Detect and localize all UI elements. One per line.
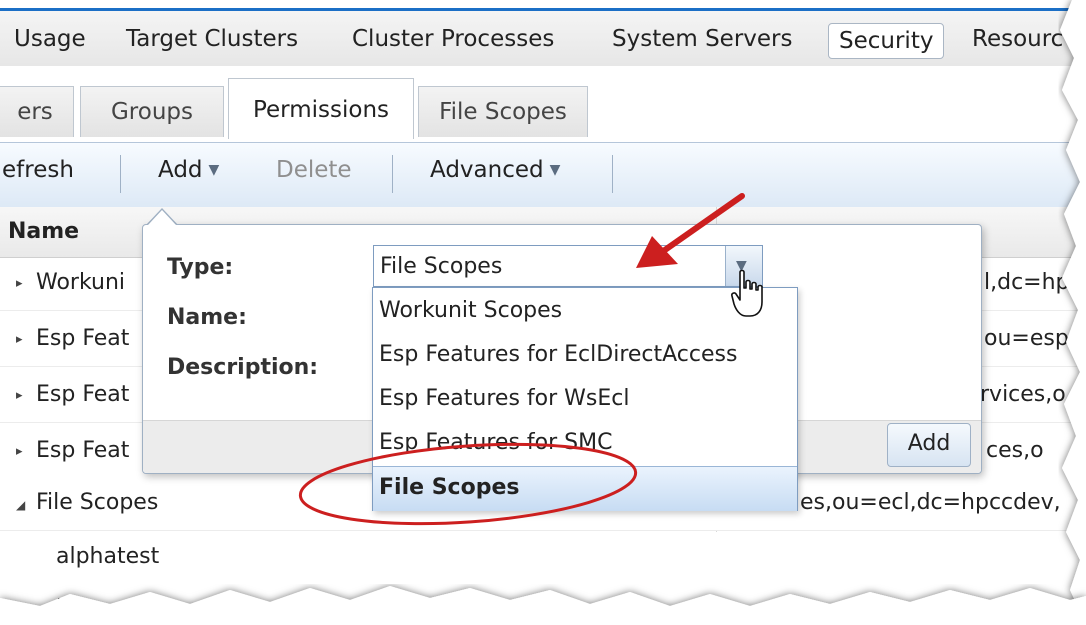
tab-system-servers[interactable]: System Servers	[612, 21, 793, 57]
add-button[interactable]: Add	[887, 423, 971, 467]
row-name: Esp Feat	[36, 326, 130, 351]
row-dn: l,dc=hp	[984, 270, 1070, 295]
option-esp-wsecl[interactable]: Esp Features for WsEcl	[373, 378, 797, 422]
tab-usage[interactable]: Usage	[14, 21, 86, 57]
advanced-menu-button[interactable]: Advanced ▼	[430, 157, 560, 183]
expand-arrow-icon[interactable]: ▸	[16, 276, 23, 291]
sub-tab-bar: ers Groups Permissions File Scopes	[0, 66, 1086, 142]
row-name: bi	[56, 596, 77, 621]
dropdown-toggle-button[interactable]: ▼	[725, 246, 762, 286]
tab-users[interactable]: ers	[0, 86, 74, 137]
toolbar-separator	[120, 155, 121, 193]
tab-resources[interactable]: Resourc	[972, 21, 1063, 57]
expand-arrow-icon[interactable]: ▸	[16, 388, 23, 403]
expand-arrow-icon[interactable]: ▸	[16, 444, 23, 459]
collapse-arrow-icon[interactable]: ◢	[16, 498, 25, 512]
tab-permissions[interactable]: Permissions	[228, 78, 414, 139]
advanced-menu-label: Advanced	[430, 157, 544, 183]
option-label: File Scopes	[379, 475, 520, 500]
row-dn: ou=esp	[984, 326, 1069, 351]
chevron-down-icon: ▼	[208, 162, 220, 178]
option-label: Esp Features for SMC	[379, 430, 613, 455]
tab-security[interactable]: Security	[828, 23, 945, 59]
option-esp-smc[interactable]: Esp Features for SMC	[373, 422, 797, 466]
tab-cluster-processes[interactable]: Cluster Processes	[352, 21, 554, 57]
chevron-down-icon: ▼	[736, 258, 747, 274]
tab-file-scopes[interactable]: File Scopes	[418, 86, 588, 137]
refresh-button[interactable]: efresh	[2, 157, 74, 183]
name-label: Name:	[167, 305, 247, 330]
row-name: File Scopes	[36, 490, 159, 515]
add-menu-button[interactable]: Add ▼	[158, 157, 219, 183]
tab-target-clusters[interactable]: Target Clusters	[126, 21, 298, 57]
table-row[interactable]: alphatest	[0, 532, 1086, 585]
description-label: Description:	[167, 355, 319, 380]
option-label: Esp Features for WsEcl	[379, 386, 630, 411]
row-dn: ces,o	[986, 438, 1044, 463]
row-name: Workuni	[36, 270, 126, 295]
top-tab-bar: Usage Target Clusters Cluster Processes …	[0, 8, 1086, 70]
option-label: Workunit Scopes	[379, 298, 563, 323]
type-dropdown-list: Workunit Scopes Esp Features for EclDire…	[372, 287, 798, 511]
row-name: Esp Feat	[36, 438, 130, 463]
delete-button[interactable]: Delete	[276, 157, 352, 183]
toolbar-separator	[612, 155, 613, 193]
toolbar-separator	[392, 155, 393, 193]
option-workunit-scopes[interactable]: Workunit Scopes	[373, 290, 797, 334]
tab-groups[interactable]: Groups	[80, 86, 224, 137]
row-dn: es,ou=ecl,dc=hpccdev,	[800, 490, 1061, 515]
expand-arrow-icon[interactable]: ▸	[16, 332, 23, 347]
option-file-scopes[interactable]: File Scopes	[373, 466, 797, 511]
row-name: alphatest	[56, 544, 160, 569]
toolbar: efresh Add ▼ Delete Advanced ▼	[0, 142, 1086, 208]
type-select-value: File Scopes	[380, 254, 503, 279]
type-select[interactable]: File Scopes ▼	[373, 245, 763, 287]
popup-pointer-fill	[148, 210, 176, 225]
option-label: Esp Features for EclDirectAccess	[379, 342, 738, 367]
type-label: Type:	[167, 255, 234, 280]
screenshot-frame: Usage Target Clusters Cluster Processes …	[0, 0, 1086, 625]
row-name: Esp Feat	[36, 382, 130, 407]
name-column-header[interactable]: Name	[8, 219, 79, 244]
option-esp-ecldirectaccess[interactable]: Esp Features for EclDirectAccess	[373, 334, 797, 378]
chevron-down-icon: ▼	[549, 162, 561, 178]
add-menu-label: Add	[158, 157, 203, 183]
row-dn: rvices,o	[980, 382, 1066, 407]
table-row[interactable]: bi	[0, 584, 1086, 625]
